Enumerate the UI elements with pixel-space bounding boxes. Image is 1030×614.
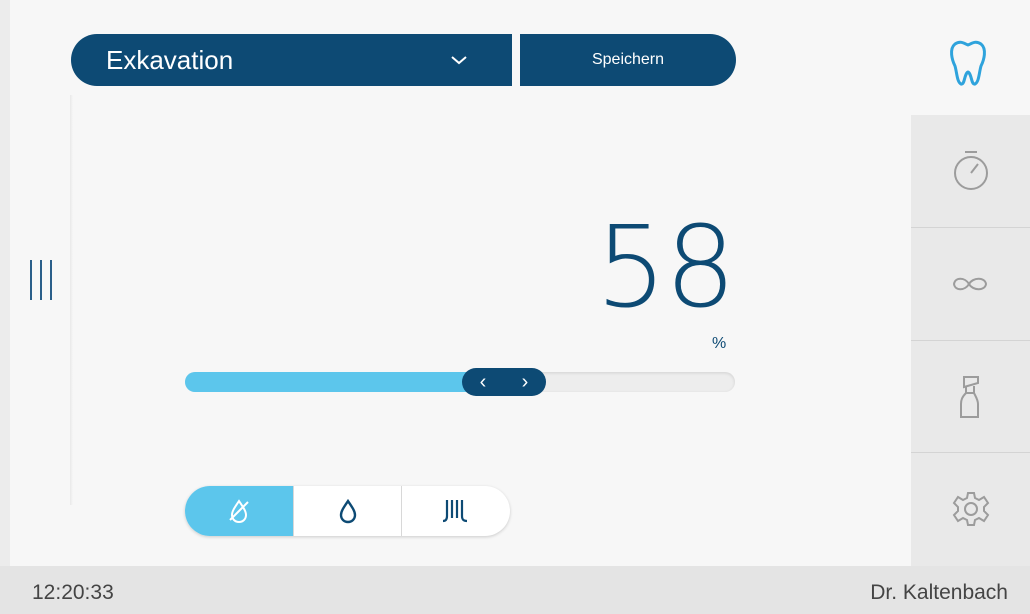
panel-drag-handle[interactable] bbox=[28, 260, 56, 300]
speed-unit: % bbox=[712, 335, 727, 352]
gear-icon bbox=[952, 491, 989, 526]
status-bar: 12:20:33 Dr. Kaltenbach bbox=[0, 566, 1030, 614]
sidebar-item-timer[interactable] bbox=[911, 115, 1030, 227]
stopwatch-icon bbox=[953, 151, 988, 190]
coolant-water-button[interactable] bbox=[293, 486, 401, 536]
coolant-spray-off-button[interactable] bbox=[185, 486, 293, 536]
status-user: Dr. Kaltenbach bbox=[870, 581, 1008, 604]
chevron-right-icon: › bbox=[521, 370, 529, 393]
speed-slider[interactable]: ‹ › bbox=[185, 368, 735, 396]
sidebar bbox=[911, 115, 1030, 566]
water-drop-icon bbox=[339, 498, 356, 524]
sidebar-item-settings[interactable] bbox=[911, 452, 1030, 564]
sidebar-item-cleaning[interactable] bbox=[911, 340, 1030, 452]
spray-jets-icon bbox=[442, 500, 467, 523]
sidebar-item-infinity[interactable] bbox=[911, 227, 1030, 339]
status-time: 12:20:33 bbox=[32, 581, 114, 604]
tooth-icon[interactable] bbox=[947, 38, 989, 88]
program-label: Exkavation bbox=[106, 44, 234, 75]
coolant-selector bbox=[185, 486, 510, 536]
infinity-icon bbox=[952, 277, 987, 290]
chevron-down-icon bbox=[451, 56, 467, 65]
program-dropdown[interactable]: Exkavation bbox=[71, 34, 512, 86]
chevron-left-icon: ‹ bbox=[479, 370, 487, 393]
spray-off-icon bbox=[229, 499, 249, 524]
save-button[interactable]: Speichern bbox=[520, 34, 736, 86]
panel-divider bbox=[70, 95, 73, 505]
slider-thumb[interactable]: ‹ › bbox=[462, 368, 546, 396]
speed-value: 58 bbox=[595, 203, 736, 333]
coolant-spray-button[interactable] bbox=[401, 486, 509, 536]
slider-fill bbox=[185, 372, 504, 392]
spray-bottle-icon bbox=[959, 375, 979, 418]
